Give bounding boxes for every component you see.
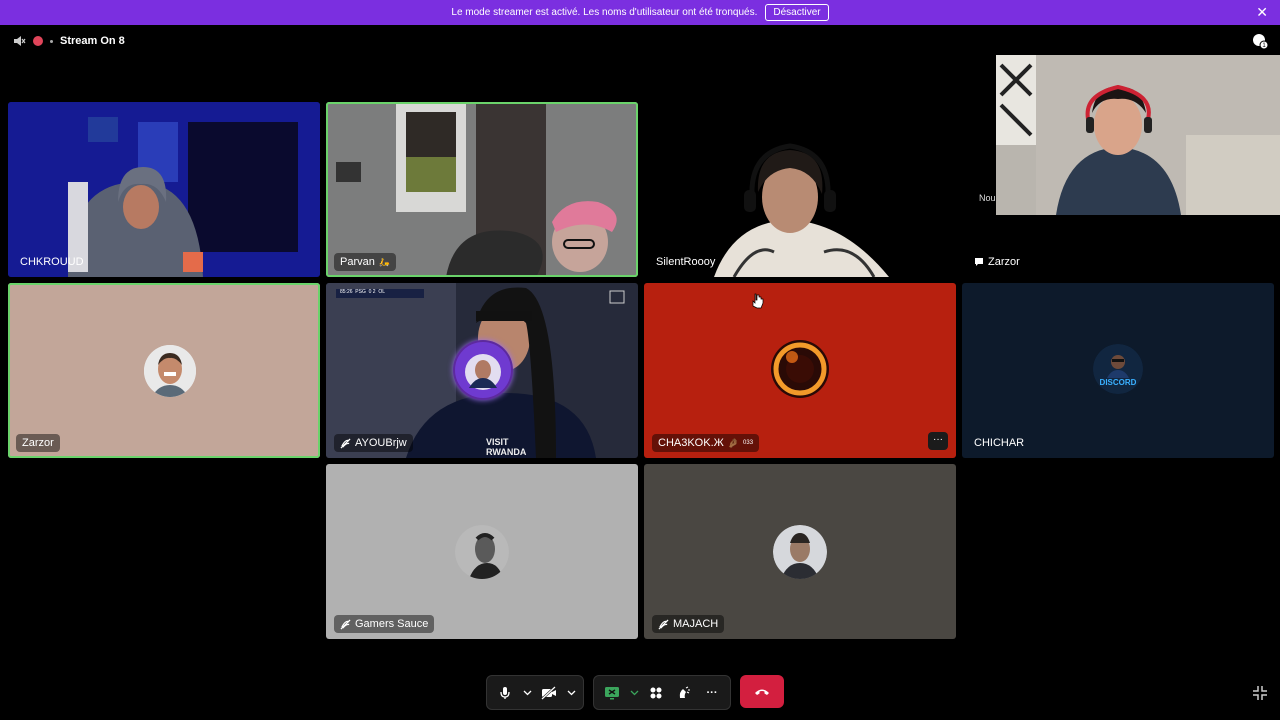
match-scoreboard: 85:26 PSG 0 2 OL [340, 289, 386, 295]
participant-video [326, 102, 638, 277]
avatar [455, 525, 509, 579]
participant-name-tag: MAJACH [652, 615, 725, 633]
participant-tile-gamers-sauce[interactable]: Gamers Sauce [326, 464, 638, 639]
participant-video [644, 102, 956, 277]
participant-name-tag: CHA3KOK.Ж 🤌🏾 033 [652, 434, 760, 452]
chevron-down-icon [630, 690, 638, 696]
self-preview-video[interactable] [996, 55, 1280, 215]
stream-title: Stream On 8 [60, 35, 125, 47]
call-controls: ··· [486, 675, 784, 710]
mouse-cursor-icon [752, 293, 764, 309]
participant-name: CHA3KOK.Ж [658, 437, 724, 449]
avatar [453, 340, 513, 400]
more-options-button[interactable]: ··· [928, 432, 948, 450]
avatar-caption: DISCORD [1099, 378, 1137, 387]
svg-text:VISIT: VISIT [486, 437, 509, 447]
participant-tile-zarzor-stream[interactable]: Zarzor [962, 215, 1274, 277]
avatar [770, 339, 830, 399]
name-superscript: 033 [743, 440, 754, 446]
hang-up-icon [755, 689, 769, 695]
name-suffix-emoji: 🛵 [378, 256, 391, 267]
camera-options-button[interactable] [565, 681, 577, 705]
participant-name: CHKROUUD [20, 256, 84, 268]
microphone-icon [500, 686, 510, 699]
participant-name: MAJACH [673, 618, 719, 630]
participant-name: Zarzor [988, 256, 1020, 268]
participant-name-tag: CHICHAR [970, 434, 1028, 452]
participant-name-tag: Zarzor [16, 434, 60, 452]
stream-off-icon [340, 437, 351, 449]
more-icon: ··· [706, 686, 718, 699]
activities-button[interactable] [644, 681, 668, 705]
chevron-down-icon [523, 690, 531, 696]
svg-text:RWANDA: RWANDA [486, 447, 527, 457]
separator-dot [50, 39, 53, 43]
close-banner-icon[interactable]: ✕ [1256, 5, 1268, 19]
avatar [773, 525, 827, 579]
participant-name: Gamers Sauce [355, 618, 429, 630]
participant-tile-chkrouud[interactable]: CHKROUUD [8, 102, 320, 277]
participant-tile-zarzor[interactable]: Zarzor [8, 283, 320, 458]
participant-video [8, 102, 320, 277]
stream-off-icon [340, 618, 351, 630]
live-indicator-icon [33, 36, 43, 46]
activities-icon [650, 687, 662, 698]
participant-tile-majach[interactable]: MAJACH [644, 464, 956, 639]
screen-share-icon [605, 686, 619, 699]
name-suffix-emoji: 🤌🏾 [727, 437, 740, 448]
soundboard-icon [679, 686, 690, 698]
participant-name: Parvan [340, 256, 375, 268]
participant-name: CHICHAR [974, 437, 1025, 449]
participant-name-tag: Parvan 🛵 [334, 253, 397, 271]
speaker-icon[interactable] [12, 34, 26, 48]
banner-message: Le mode streamer est activé. Les noms d'… [451, 7, 758, 18]
participant-name-tag: CHKROUUD [16, 253, 88, 271]
more-options-button[interactable]: ··· [700, 681, 724, 705]
screen-share-button[interactable] [600, 681, 624, 705]
participant-name: AYOUBrjw [355, 437, 407, 449]
camera-button[interactable] [537, 681, 561, 705]
participant-name-tag: Zarzor [970, 253, 1024, 271]
pip-truncated-label: Nou [979, 193, 996, 203]
screen-share-options-button[interactable] [628, 681, 640, 705]
participant-tile-parvan[interactable]: Parvan 🛵 [326, 102, 638, 277]
disconnect-button[interactable] [740, 675, 784, 708]
share-activity-group: ··· [593, 675, 731, 710]
participant-name-tag: AYOUBrjw [334, 434, 413, 452]
disable-streamer-mode-button[interactable]: Désactiver [765, 4, 829, 21]
call-header: Stream On 8 [12, 34, 125, 48]
microphone-options-button[interactable] [521, 681, 533, 705]
chat-bubble-icon [975, 258, 983, 266]
stream-off-icon [658, 618, 669, 630]
audio-video-group [486, 675, 584, 710]
avatar [144, 345, 196, 397]
participant-name: Zarzor [22, 437, 54, 449]
participant-name-tag: SilentRoooy [652, 253, 719, 271]
activity-notification-icon[interactable]: 1 [1252, 33, 1268, 49]
participant-tile-ayoubrjw[interactable]: VISIT RWANDA 85:26 PSG 0 2 OL AYOUBrjw [326, 283, 638, 458]
chevron-down-icon [567, 690, 575, 696]
participant-name-tag: Gamers Sauce [334, 615, 435, 633]
camera-off-icon [541, 685, 556, 700]
exit-fullscreen-icon[interactable] [1252, 685, 1268, 701]
participant-name: SilentRoooy [656, 256, 716, 268]
participant-tile-cha3kok[interactable]: CHA3KOK.Ж 🤌🏾 033 ··· [644, 283, 956, 458]
participant-tile-silentroooy[interactable]: SilentRoooy [644, 102, 956, 277]
avatar: DISCORD [1093, 344, 1143, 394]
soundboard-button[interactable] [672, 681, 696, 705]
streamer-mode-banner: Le mode streamer est activé. Les noms d'… [0, 0, 1280, 25]
microphone-button[interactable] [493, 681, 517, 705]
participant-tile-chichar[interactable]: DISCORD CHICHAR [962, 283, 1274, 458]
